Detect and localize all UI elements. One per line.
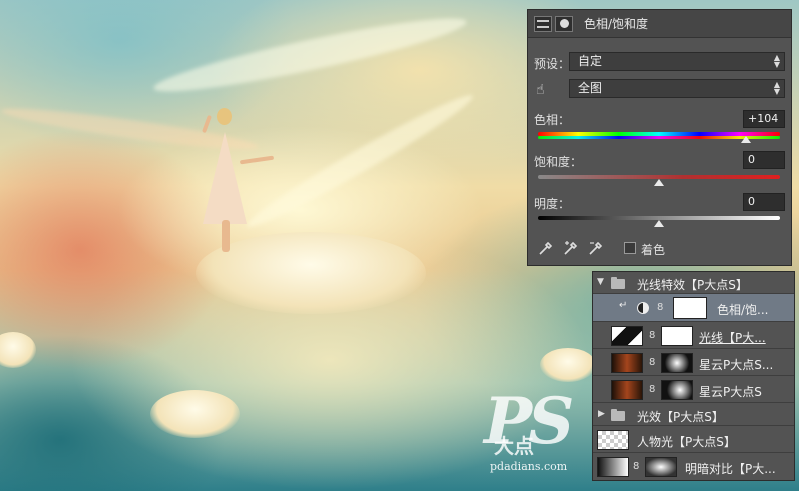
figure-arm (202, 114, 212, 134)
hue-input[interactable]: +104 (743, 110, 785, 128)
watermark-url: pdadians.com (490, 460, 568, 473)
expand-triangle-icon[interactable]: ▶ (598, 409, 605, 419)
figure-head (217, 108, 232, 125)
eyedropper-plus-icon[interactable] (563, 240, 579, 256)
collapse-triangle-icon[interactable]: ▼ (597, 277, 604, 287)
layer-name: 色相/饱... (717, 303, 769, 317)
layer-group-row[interactable]: ▼ 光线特效【P大点S】 (593, 272, 794, 294)
preset-value: 自定 (578, 54, 603, 68)
folder-icon (611, 277, 625, 289)
cloud (540, 348, 596, 382)
layer-name: 光效【P大点S】 (637, 410, 724, 424)
select-arrows-icon: ▲ ▼ (773, 80, 780, 96)
layer-thumbnail (597, 457, 629, 477)
clip-arrow-icon: ↵ (619, 300, 628, 311)
figure-legs (222, 220, 230, 252)
link-icon[interactable]: 8 (649, 356, 657, 370)
link-icon[interactable]: 8 (657, 301, 665, 315)
cloud (0, 332, 36, 368)
layer-row[interactable]: 8 星云P大点S (593, 377, 794, 403)
layer-thumbnail (611, 326, 643, 346)
adjustment-icon (637, 302, 649, 314)
layer-mask-thumbnail (645, 457, 677, 477)
properties-panel: 色相/饱和度 预设： 自定 ▲ ▼ ☝ 全图 ▲ ▼ 色相： +104 饱和度： 0… (527, 9, 792, 266)
layer-row[interactable]: 人物光【P大点S】 (593, 427, 794, 453)
layer-row-adjustment[interactable]: ↵ 8 色相/饱... (593, 294, 794, 322)
watermark-logo: PS 大点 pdadians.com (484, 384, 574, 473)
layer-row[interactable]: 8 光线【P大... (593, 323, 794, 349)
layer-row[interactable]: 8 明暗对比【P大... (593, 454, 794, 480)
layer-name: 星云P大点S... (699, 358, 774, 372)
eyedropper-icon[interactable] (538, 240, 554, 256)
link-icon[interactable]: 8 (649, 383, 657, 397)
layer-name: 明暗对比【P大... (685, 462, 776, 476)
lightness-slider-thumb[interactable] (654, 220, 664, 227)
hue-slider-thumb[interactable] (741, 136, 752, 143)
properties-title: 色相/饱和度 (584, 17, 649, 31)
select-arrows-icon: ▲ ▼ (773, 53, 780, 69)
layer-mask-thumbnail (661, 326, 693, 346)
lightness-label: 明度： (534, 197, 571, 211)
properties-header: 色相/饱和度 (528, 10, 791, 38)
saturation-slider-thumb[interactable] (654, 179, 664, 186)
layer-name: 光线【P大... (699, 331, 766, 345)
layer-group-row[interactable]: ▶ 光效【P大点S】 (593, 404, 794, 426)
saturation-input[interactable]: 0 (743, 151, 785, 169)
link-icon[interactable]: 8 (633, 460, 641, 474)
layer-name: 光线特效【P大点S】 (637, 278, 748, 292)
watermark-cn: 大点 (494, 434, 534, 458)
layer-row[interactable]: 8 星云P大点S... (593, 350, 794, 376)
folder-icon (611, 409, 625, 421)
colorize-checkbox[interactable] (624, 242, 636, 254)
layer-mask-thumbnail (661, 353, 693, 373)
preset-select[interactable]: 自定 ▲ ▼ (569, 52, 785, 71)
saturation-label: 饱和度： (534, 155, 583, 169)
layer-name: 星云P大点S (699, 385, 762, 399)
mask-icon[interactable] (555, 15, 573, 32)
lightness-input[interactable]: 0 (743, 193, 785, 211)
preset-label: 预设： (534, 57, 571, 71)
channel-select[interactable]: 全图 ▲ ▼ (569, 79, 785, 98)
layer-thumbnail (611, 353, 643, 373)
link-icon[interactable]: 8 (649, 329, 657, 343)
layer-thumbnail (597, 430, 629, 450)
channel-value: 全图 (578, 81, 603, 95)
layer-mask-thumbnail (661, 380, 693, 400)
adjustment-layer-icon[interactable] (534, 15, 552, 32)
layer-thumbnail (611, 380, 643, 400)
layers-panel: ▼ 光线特效【P大点S】 ↵ 8 色相/饱... 8 光线【P大... 8 星云… (592, 271, 795, 481)
figure-dress (203, 132, 247, 224)
cloud (150, 390, 240, 438)
layer-name: 人物光【P大点S】 (637, 435, 736, 449)
cloud (196, 232, 426, 314)
colorize-label: 着色 (641, 243, 666, 257)
hue-label: 色相： (534, 113, 571, 127)
targeted-adjustment-hand-icon[interactable]: ☝ (536, 81, 554, 99)
layer-mask-thumbnail[interactable] (673, 297, 707, 319)
eyedropper-minus-icon[interactable] (588, 240, 604, 256)
